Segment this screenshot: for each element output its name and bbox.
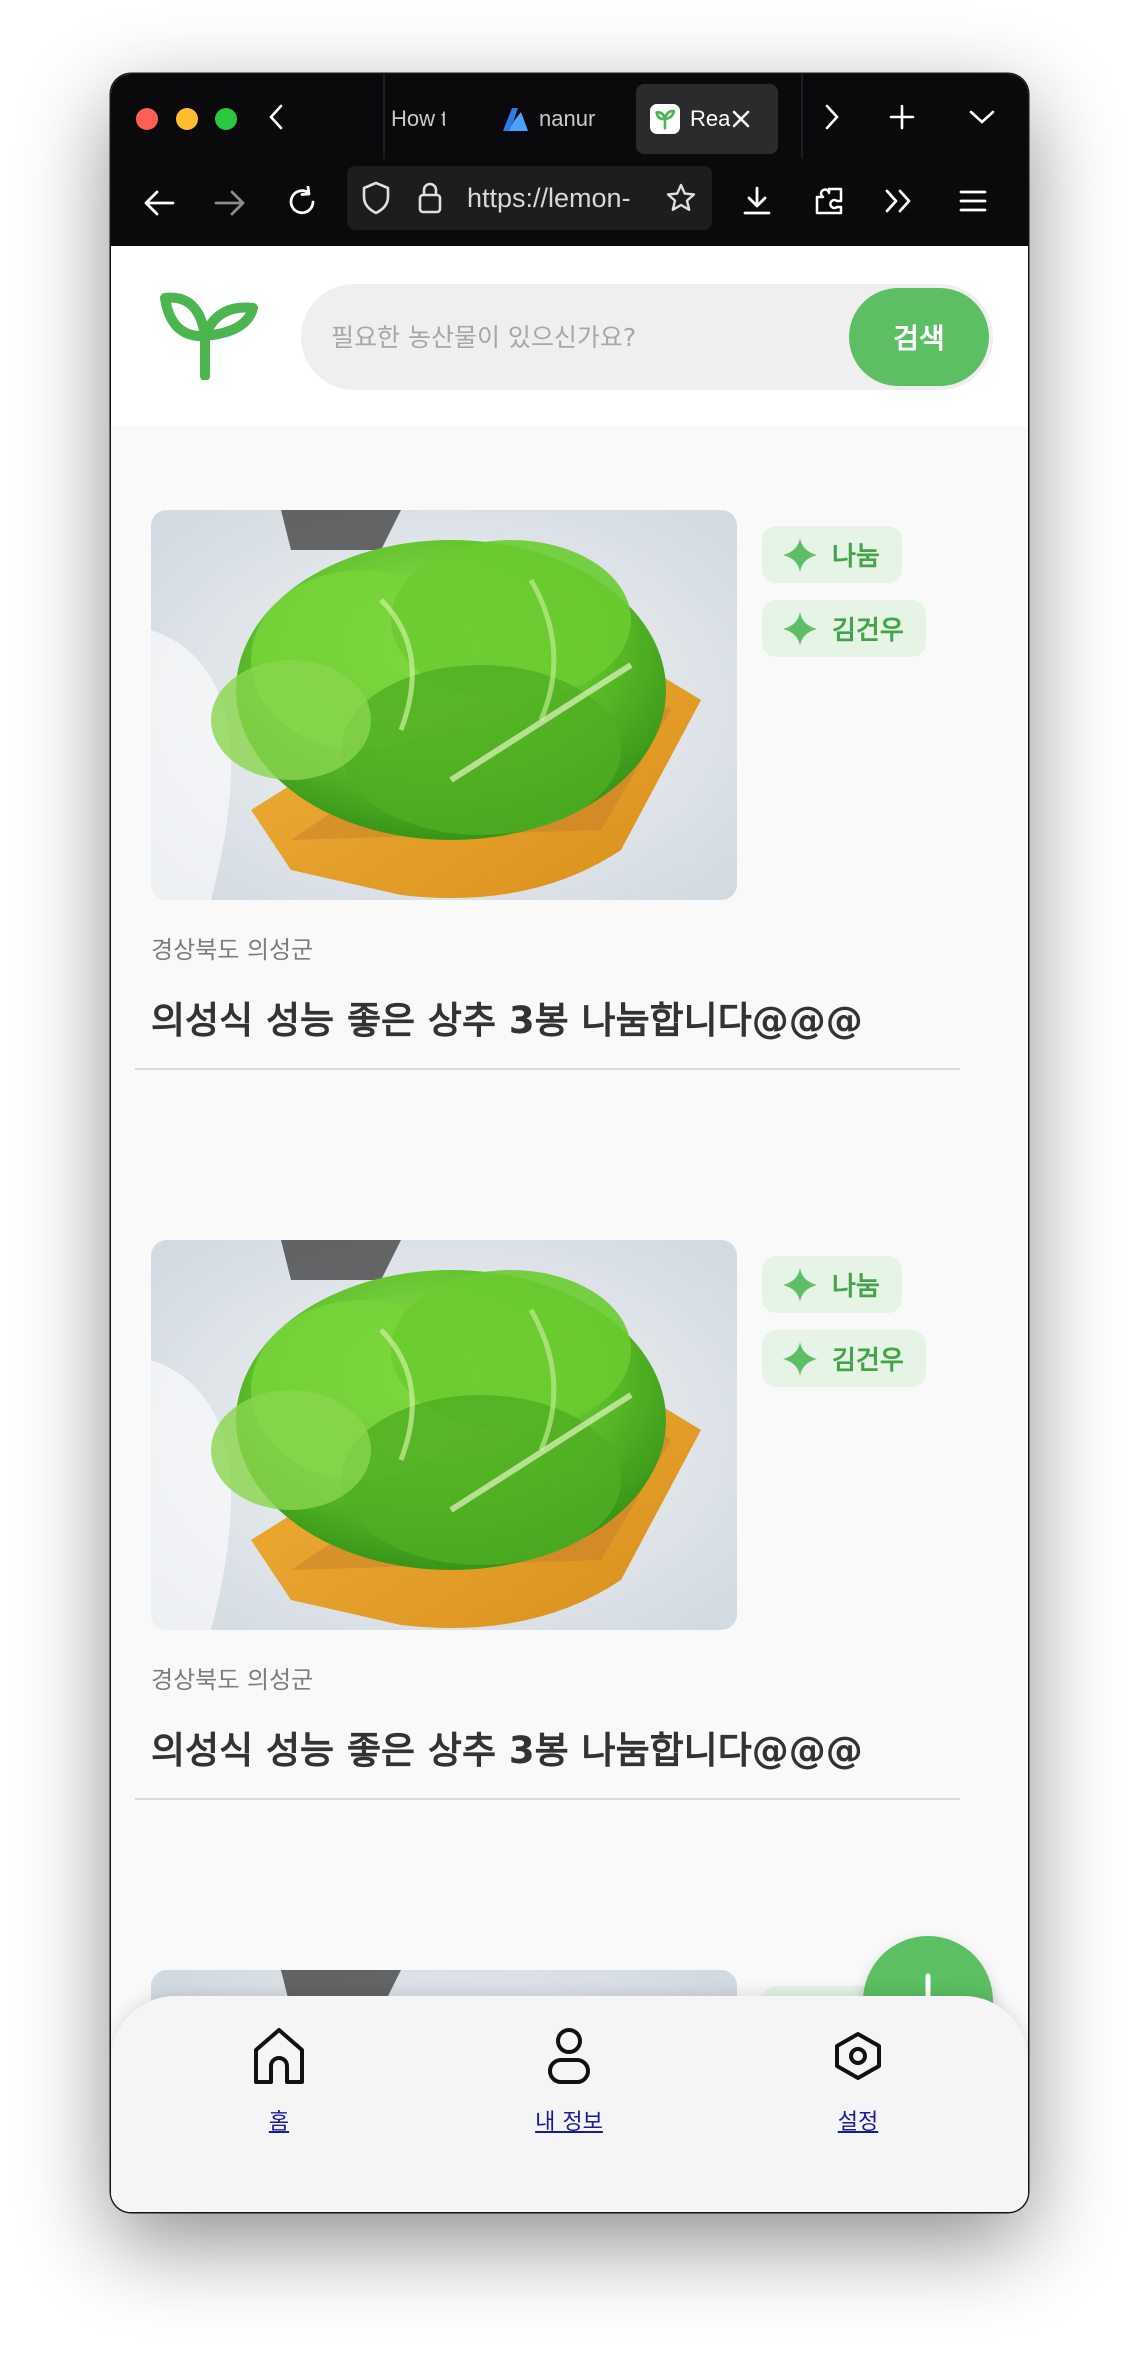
tab-label: Rea (690, 106, 730, 131)
sparkle-icon (780, 1339, 820, 1379)
search-button[interactable]: 검색 (849, 288, 989, 386)
post-feed[interactable]: 나눔 김건우 경상북도 의성군 의성식 성능 좋은 상추 3봉 나눔합니다@@@… (111, 426, 1028, 2212)
minimize-window-button[interactable] (176, 108, 198, 130)
browser-title-bar: How t nanur Rea (111, 74, 1028, 159)
chip-label: 나눔 (832, 542, 880, 572)
azure-icon (503, 108, 528, 131)
nav-label: 설정 (837, 2110, 879, 2135)
browser-nav-bar: https://lemon- (111, 159, 1028, 246)
forward-arrow-icon[interactable] (212, 185, 248, 221)
url-text: https://lemon- (467, 183, 631, 213)
bookmark-star-icon[interactable] (665, 182, 697, 214)
settings-icon (835, 2032, 881, 2080)
author-chip: 김건우 (762, 1330, 926, 1387)
search-bar: 검색 (301, 284, 993, 390)
tab-list-chevron-down-icon[interactable] (967, 102, 997, 132)
category-chip: 나눔 (762, 526, 902, 583)
app-header: 검색 (111, 246, 1028, 426)
browser-window: How t nanur Rea https://lemon- 필요한 농산물이 … (111, 74, 1028, 2212)
back-arrow-icon[interactable] (141, 185, 177, 221)
post-title[interactable]: 의성식 성능 좋은 상추 3봉 나눔합니다@@@ (151, 1720, 863, 1774)
url-bar[interactable]: https://lemon- (347, 166, 712, 230)
tab-how-to[interactable]: How t (391, 84, 445, 154)
extensions-puzzle-icon[interactable] (811, 183, 847, 219)
category-chip: 나눔 (762, 1256, 902, 1313)
tab-nanur[interactable]: nanur (501, 84, 601, 154)
sprout-icon (650, 104, 680, 134)
search-input[interactable] (331, 314, 851, 360)
post-image[interactable] (151, 510, 737, 900)
nav-label: 홈 (268, 2110, 290, 2135)
zoom-window-button[interactable] (215, 108, 237, 130)
new-tab-icon[interactable] (887, 102, 917, 132)
tab-active[interactable]: Rea (636, 84, 778, 154)
reload-icon[interactable] (283, 183, 321, 221)
nav-label: 내 정보 (535, 2110, 603, 2135)
chip-label: 김건우 (832, 1346, 904, 1376)
shield-icon[interactable] (361, 181, 391, 215)
tab-scroll-right-icon[interactable] (817, 102, 847, 132)
post-title[interactable]: 의성식 성능 좋은 상추 3봉 나눔합니다@@@ (151, 990, 863, 1044)
post-image[interactable] (151, 1240, 737, 1630)
nav-my-info[interactable]: 내 정보 (489, 2026, 649, 2136)
sprout-logo-icon[interactable] (159, 288, 259, 380)
sparkle-icon (780, 609, 820, 649)
tab-scroll-left-icon[interactable] (261, 102, 291, 132)
nav-settings[interactable]: 설정 (778, 2026, 938, 2136)
chip-label: 김건우 (832, 616, 904, 646)
post-divider (135, 1798, 960, 1800)
lock-icon[interactable] (417, 181, 443, 215)
post-divider (135, 1068, 960, 1070)
chip-label: 나눔 (832, 1272, 880, 1302)
close-tab-icon[interactable] (732, 110, 750, 128)
post-region: 경상북도 의성군 (151, 1666, 314, 1694)
post-region: 경상북도 의성군 (151, 936, 314, 964)
bottom-navigation: 홈 내 정보 설정 (111, 1996, 1028, 2212)
download-icon[interactable] (739, 183, 775, 219)
sparkle-icon (780, 535, 820, 575)
home-icon (254, 2028, 304, 2084)
sparkle-icon (780, 1265, 820, 1305)
nav-home[interactable]: 홈 (199, 2026, 359, 2136)
more-tools-chevrons-icon[interactable] (881, 183, 917, 219)
tab-label: nanur (539, 106, 596, 131)
close-window-button[interactable] (136, 108, 158, 130)
author-chip: 김건우 (762, 600, 926, 657)
user-icon (548, 2028, 590, 2084)
tab-label: How t (391, 106, 445, 131)
menu-hamburger-icon[interactable] (955, 183, 991, 219)
